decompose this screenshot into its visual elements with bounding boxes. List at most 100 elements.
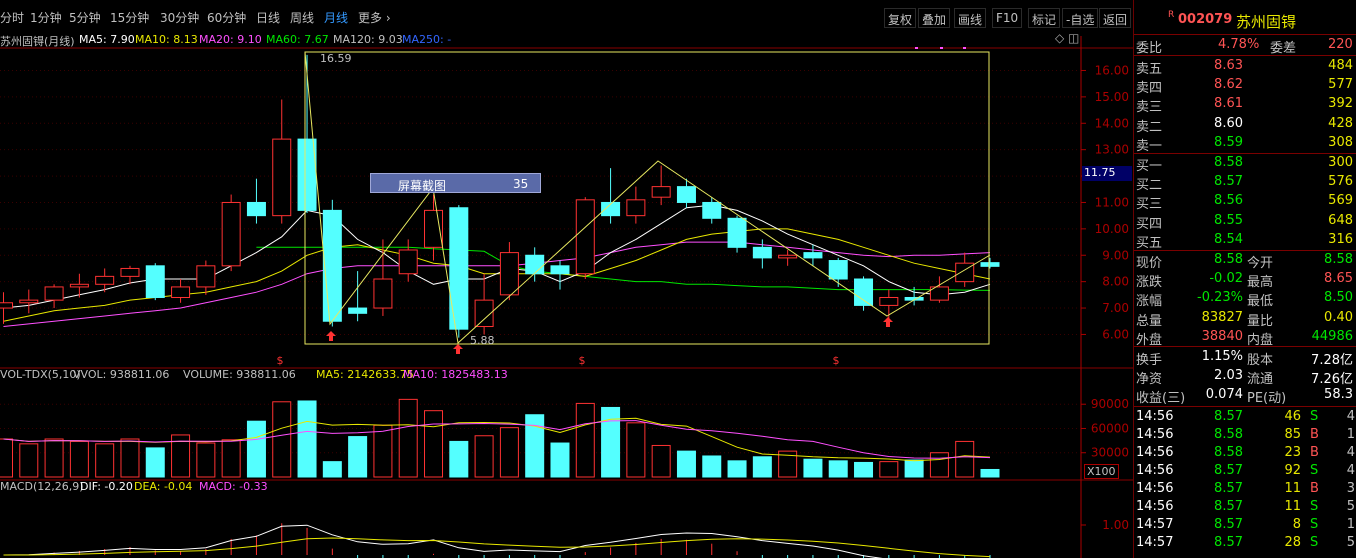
price-axis-label: 11.00 (1095, 195, 1129, 209)
trade-tick-row: 14:56 8.57 11 B 3 (1136, 481, 1355, 496)
volume-bar (19, 443, 39, 478)
candle-body (171, 286, 191, 298)
candle-body (879, 296, 899, 306)
volume-bar (322, 461, 342, 478)
volume-bar (398, 398, 418, 478)
volume-bar (272, 401, 292, 478)
ask-volume: 484 (1328, 58, 1353, 73)
price-axis-label: 15.00 (1095, 90, 1129, 104)
volume-bar (95, 443, 115, 478)
quote-info-row: 收益(三) 0.074 PE(动) 58.3 (1136, 387, 1353, 407)
volume-bar (69, 440, 89, 478)
stock-name: 苏州固锝 (1236, 13, 1297, 31)
bid-level-row: 买二 8.57 576 (1136, 174, 1353, 194)
volume-bar (0, 438, 13, 478)
volume-bar (246, 420, 266, 478)
candle-body (297, 138, 317, 211)
candle-body (828, 260, 848, 280)
ask-price: 8.62 (1214, 77, 1243, 93)
price-axis-label: 9.00 (1102, 248, 1129, 262)
trade-tick-row: 14:56 8.58 23 B 4 (1136, 445, 1355, 460)
volume-axis-label: 30000 (1091, 446, 1129, 460)
quote-info-row: 净资 2.03 流通 7.26亿 (1136, 368, 1353, 388)
weicha-value: 220 (1328, 37, 1353, 52)
volume-bar (424, 410, 444, 478)
trade-tick-row: 14:56 8.57 11 S 5 (1136, 499, 1355, 514)
ma60-line (256, 246, 991, 291)
price-axis-label: 8.00 (1102, 275, 1129, 289)
price-axis-label: 6.00 (1102, 327, 1129, 341)
volume-bar (297, 400, 317, 478)
candle-body (525, 254, 545, 275)
volume-bar (879, 461, 899, 478)
volume-bar (196, 442, 216, 478)
candle-body (145, 265, 165, 298)
candle-body (778, 254, 798, 259)
volume-bar (752, 456, 772, 478)
volume-bar (601, 406, 621, 478)
candle-body (676, 186, 696, 203)
volume-bar (575, 402, 595, 478)
bid-level-row: 买一 8.58 300 (1136, 155, 1353, 174)
vol-scale-x100: X100 (1084, 464, 1119, 479)
bid-price: 8.57 (1214, 174, 1243, 190)
volume-bar (145, 447, 165, 478)
red-arrow-icon (883, 317, 893, 327)
bid-volume: 648 (1328, 212, 1353, 228)
candle-body (727, 217, 747, 248)
quote-stat-row: 总量 83827 量比 0.40 (1136, 309, 1353, 329)
bid-level-row: 买五 8.54 316 (1136, 231, 1353, 251)
volume-bar (373, 424, 393, 478)
volume-bar (44, 438, 64, 478)
volume-bar (955, 440, 975, 478)
screenshot-tooltip-value: 35 (513, 177, 529, 191)
volume-bar (449, 440, 469, 478)
ask-price: 8.63 (1214, 58, 1243, 73)
webi-value: 4.78% (1218, 37, 1260, 52)
high-price-annotation: 16.59 (320, 52, 352, 65)
candle-body (626, 199, 646, 217)
dividend-marker-icon: $ (579, 354, 586, 367)
volume-bar (499, 427, 519, 478)
volume-bar (120, 438, 140, 478)
quote-stat-row: 现价 8.58 今开 8.58 (1136, 252, 1353, 271)
ask-price: 8.61 (1214, 96, 1243, 112)
screenshot-tooltip-label: 屏幕截图 (398, 179, 447, 193)
candle-body (752, 246, 772, 259)
current-price-tag: 11.75 (1082, 166, 1132, 181)
candle-body (322, 209, 342, 322)
ask-level-row: 卖三 8.61 392 (1136, 96, 1353, 116)
macd-dif-line (3, 524, 883, 558)
volume-axis-label: 60000 (1091, 421, 1129, 435)
bid-price: 8.55 (1214, 212, 1243, 228)
stock-code: 002079 (1178, 12, 1233, 27)
bid-volume: 569 (1328, 193, 1353, 209)
volume-bar (929, 452, 949, 478)
screenshot-tooltip[interactable]: 屏幕截图 35 (370, 173, 541, 193)
volume-bar (348, 436, 368, 478)
candle-body (196, 265, 216, 288)
candle-body (44, 286, 64, 301)
volume-bar (651, 444, 671, 478)
trade-tick-row: 14:56 8.57 92 S 4 (1136, 463, 1355, 478)
volume-bar (702, 455, 722, 478)
candle-body (702, 201, 722, 219)
candle-body (499, 252, 519, 296)
candle-body (575, 199, 595, 275)
trade-tick-row: 14:57 8.57 28 S 5 (1136, 535, 1355, 550)
webi-row: 委比 4.78% 委差 220 (1136, 37, 1353, 56)
bid-level-row: 买四 8.55 648 (1136, 212, 1353, 232)
volume-bar (803, 458, 823, 478)
bid-price: 8.58 (1214, 155, 1243, 170)
ask-volume: 428 (1328, 115, 1353, 131)
volume-axis-label: 90000 (1091, 397, 1129, 411)
volume-bar (676, 450, 696, 478)
ask-price: 8.59 (1214, 134, 1243, 150)
quote-stat-row: 涨跌 -0.02 最高 8.65 (1136, 271, 1353, 291)
volume-bar (550, 442, 570, 478)
volume-bar (904, 459, 924, 478)
candle-body (980, 262, 1000, 267)
kline-chart[interactable]: 90000 60000 30000 1.00 16.00 15.00 14.00 13.0… (0, 0, 1133, 558)
volume-bar (626, 422, 646, 478)
dividend-marker-icon: $ (277, 354, 284, 367)
